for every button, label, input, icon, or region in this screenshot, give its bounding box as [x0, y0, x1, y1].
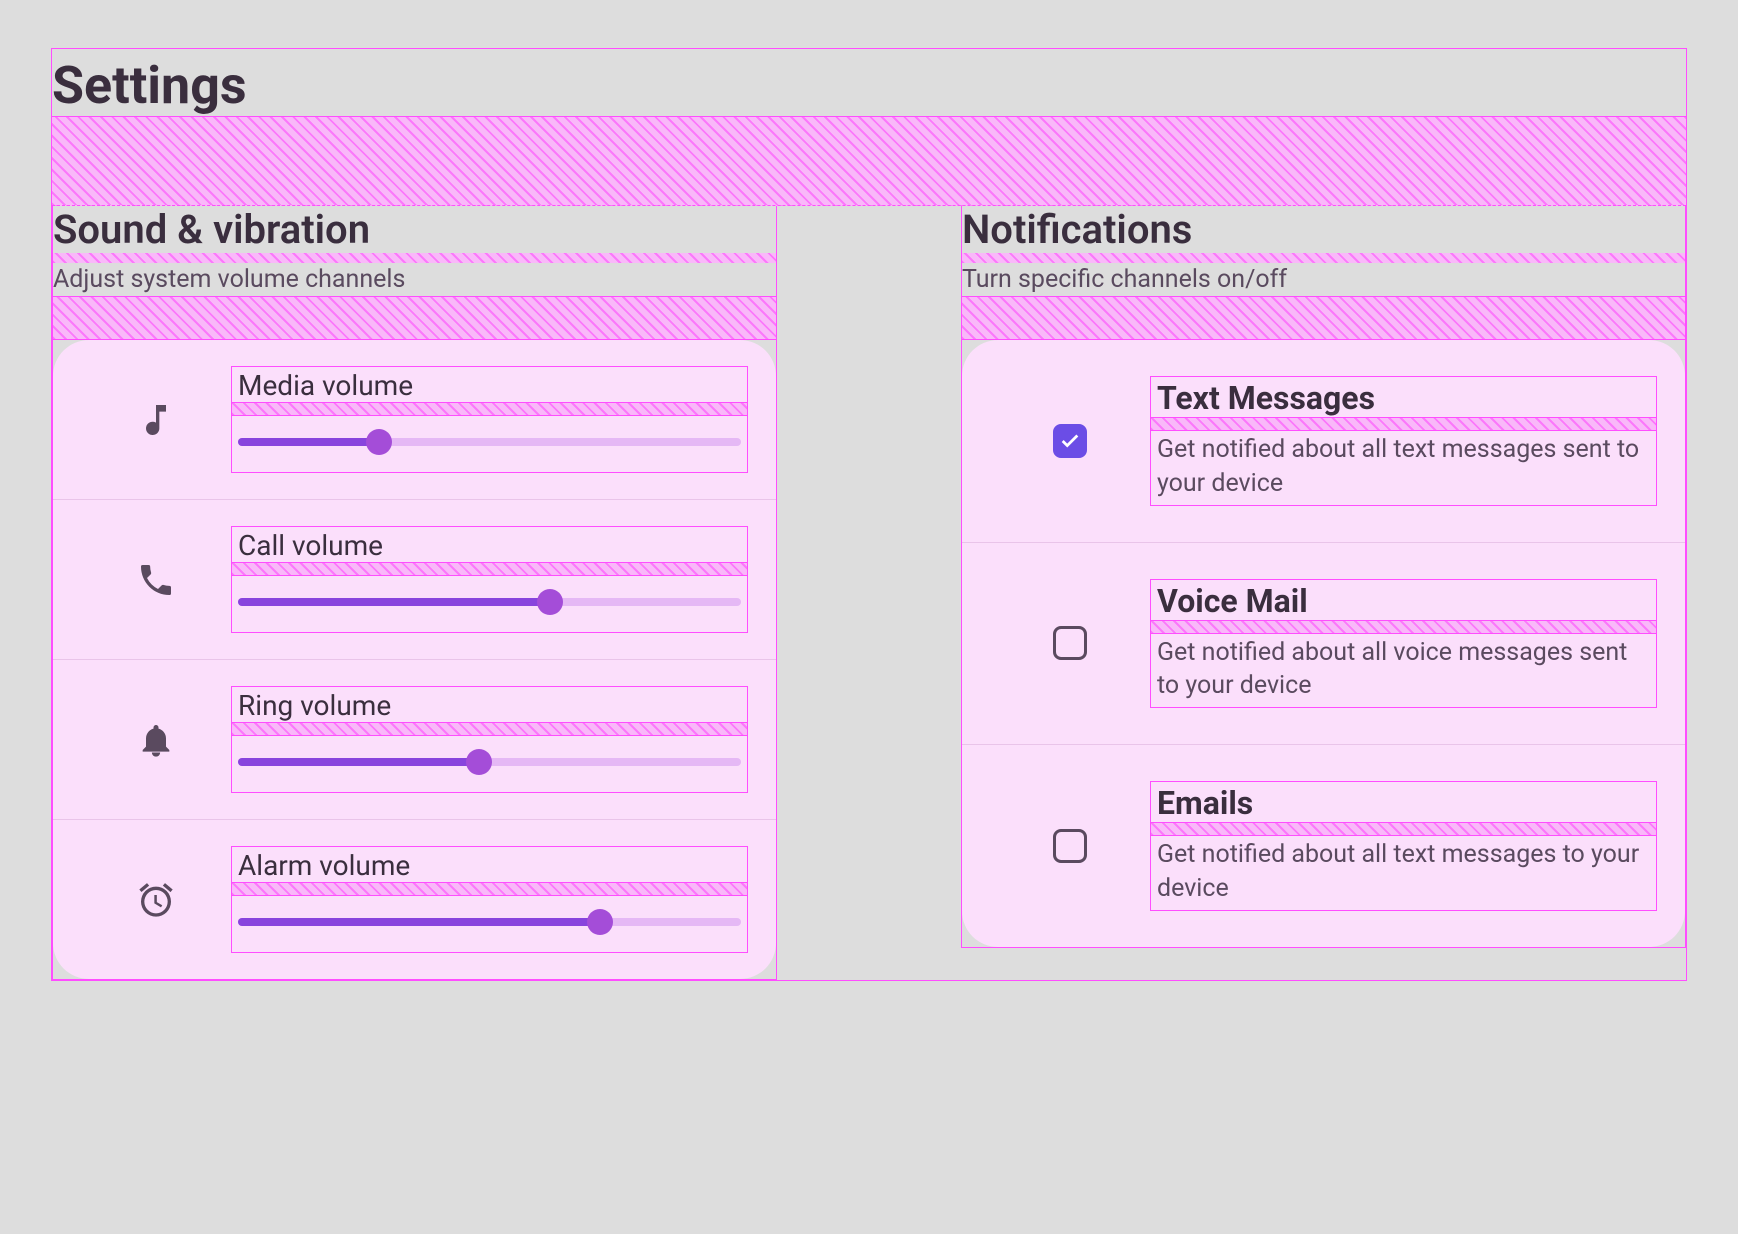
media-volume-slider[interactable] — [238, 430, 741, 454]
text-messages-title: Text Messages — [1151, 377, 1656, 417]
text-messages-row: Text Messages Get notified about all tex… — [962, 340, 1685, 543]
ring-volume-row: Ring volume — [53, 660, 776, 820]
alarm-volume-row: Alarm volume — [53, 820, 776, 979]
notifications-section: Notifications Turn specific channels on/… — [961, 206, 1686, 948]
sound-section: Sound & vibration Adjust system volume c… — [52, 206, 777, 980]
voice-mail-desc: Get notified about all voice messages se… — [1151, 634, 1656, 708]
emails-title: Emails — [1151, 782, 1656, 822]
emails-checkbox[interactable] — [1053, 829, 1087, 863]
layout-spacer — [232, 882, 747, 896]
ring-volume-slider[interactable] — [238, 750, 741, 774]
layout-spacer — [962, 296, 1685, 340]
layout-spacer — [1151, 822, 1656, 836]
media-volume-row: Media volume — [53, 340, 776, 500]
music-note-icon — [81, 400, 231, 440]
media-volume-label: Media volume — [238, 369, 741, 402]
text-messages-checkbox[interactable] — [1053, 424, 1087, 458]
call-volume-label: Call volume — [238, 529, 741, 562]
page-title: Settings — [52, 49, 1686, 116]
layout-spacer — [53, 253, 776, 263]
sound-section-title: Sound & vibration — [53, 206, 776, 253]
voice-mail-title: Voice Mail — [1151, 580, 1656, 620]
layout-spacer — [53, 296, 776, 340]
settings-page: Settings Sound & vibration Adjust system… — [51, 48, 1687, 981]
layout-spacer — [962, 253, 1685, 263]
call-volume-row: Call volume — [53, 500, 776, 660]
layout-spacer — [232, 402, 747, 416]
emails-row: Emails Get notified about all text messa… — [962, 745, 1685, 947]
sound-section-subtitle: Adjust system volume channels — [53, 263, 776, 296]
sound-card: Media volume — [53, 340, 776, 979]
alarm-volume-slider[interactable] — [238, 910, 741, 934]
voice-mail-row: Voice Mail Get notified about all voice … — [962, 543, 1685, 746]
phone-icon — [81, 560, 231, 600]
bell-icon — [81, 720, 231, 760]
layout-spacer — [52, 116, 1686, 206]
alarm-clock-icon — [81, 880, 231, 920]
ring-volume-label: Ring volume — [238, 689, 741, 722]
notifications-card: Text Messages Get notified about all tex… — [962, 340, 1685, 947]
layout-spacer — [232, 722, 747, 736]
voice-mail-checkbox[interactable] — [1053, 626, 1087, 660]
layout-spacer — [232, 562, 747, 576]
layout-spacer — [1151, 417, 1656, 431]
call-volume-slider[interactable] — [238, 590, 741, 614]
notifications-section-title: Notifications — [962, 206, 1685, 253]
alarm-volume-label: Alarm volume — [238, 849, 741, 882]
text-messages-desc: Get notified about all text messages sen… — [1151, 431, 1656, 505]
emails-desc: Get notified about all text messages to … — [1151, 836, 1656, 910]
notifications-section-subtitle: Turn specific channels on/off — [962, 263, 1685, 296]
layout-spacer — [1151, 620, 1656, 634]
